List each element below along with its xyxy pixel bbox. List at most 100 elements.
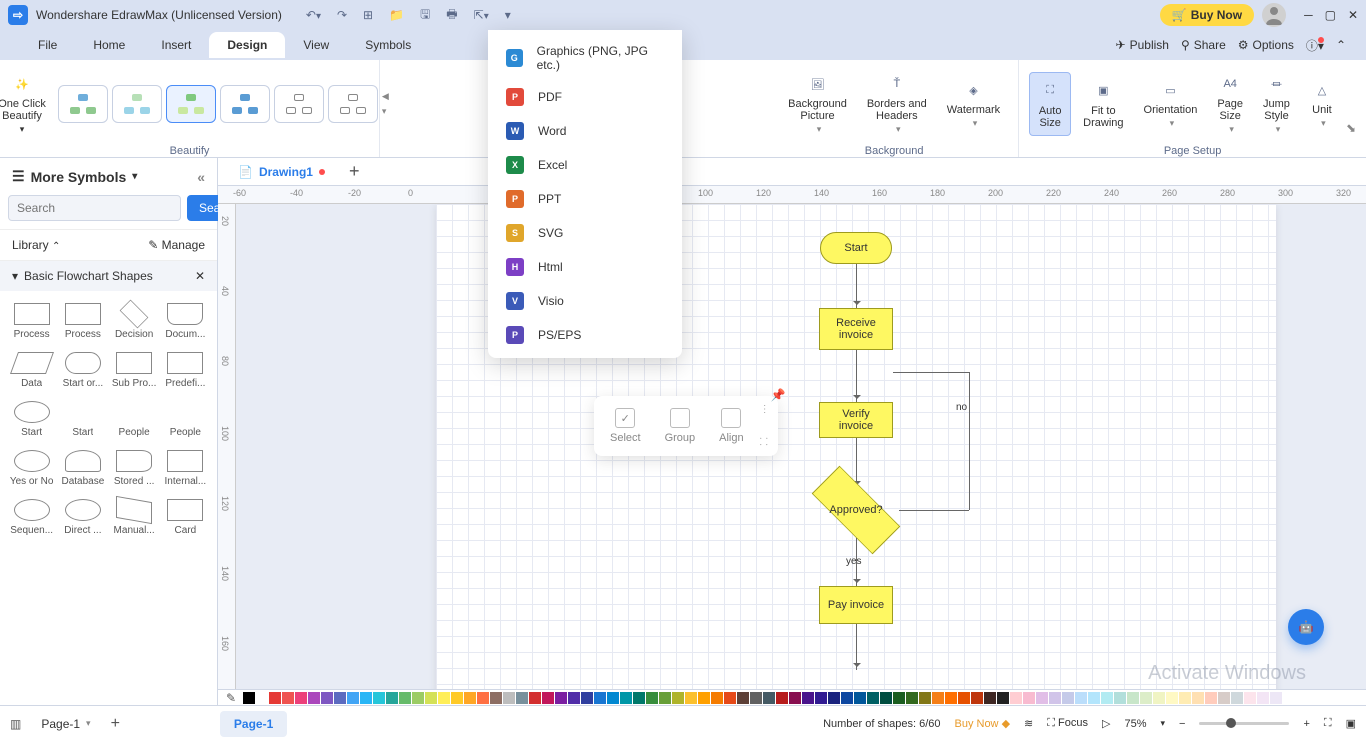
menu-insert[interactable]: Insert bbox=[143, 32, 209, 58]
close-section-icon[interactable]: ✕ bbox=[195, 269, 205, 283]
tab-drawing1[interactable]: 📄 Drawing1 bbox=[226, 161, 337, 183]
color-swatch[interactable] bbox=[373, 692, 385, 704]
export-item-visio[interactable]: VVisio bbox=[488, 284, 682, 318]
search-input[interactable] bbox=[8, 195, 181, 221]
shape-yes-or-no[interactable]: Yes or No bbox=[8, 446, 55, 491]
color-swatch[interactable] bbox=[425, 692, 437, 704]
shape-direct-[interactable]: Direct ... bbox=[59, 495, 106, 540]
menu-home[interactable]: Home bbox=[75, 32, 143, 58]
shape-database[interactable]: Database bbox=[59, 446, 106, 491]
chat-button[interactable]: 🤖 bbox=[1288, 609, 1324, 645]
color-swatch[interactable] bbox=[880, 692, 892, 704]
color-swatch[interactable] bbox=[997, 692, 1009, 704]
node-verify[interactable]: Verify invoice bbox=[819, 402, 893, 438]
color-swatch[interactable] bbox=[1062, 692, 1074, 704]
color-swatch[interactable] bbox=[438, 692, 450, 704]
color-swatch[interactable] bbox=[1192, 692, 1204, 704]
more-dots-icon[interactable]: ⋮ bbox=[760, 404, 770, 415]
node-receive[interactable]: Receive invoice bbox=[819, 308, 893, 350]
shape-stored-[interactable]: Stored ... bbox=[111, 446, 158, 491]
color-swatch[interactable] bbox=[802, 692, 814, 704]
redo-icon[interactable]: ↷ bbox=[333, 4, 351, 26]
color-swatch[interactable] bbox=[1140, 692, 1152, 704]
color-swatch[interactable] bbox=[529, 692, 541, 704]
color-swatch[interactable] bbox=[269, 692, 281, 704]
color-swatch[interactable] bbox=[282, 692, 294, 704]
floating-toolbar[interactable]: 📌 ✓Select Group Align ⋮⸬ bbox=[594, 396, 778, 456]
color-swatch[interactable] bbox=[568, 692, 580, 704]
export-item-ppt[interactable]: PPPT bbox=[488, 182, 682, 216]
color-swatch[interactable] bbox=[1049, 692, 1061, 704]
export-icon[interactable]: ⇱▾ bbox=[470, 4, 493, 26]
color-swatch[interactable] bbox=[984, 692, 996, 704]
theme-preset-1[interactable] bbox=[58, 85, 108, 123]
pin-icon[interactable]: 📌 bbox=[771, 388, 786, 402]
share-button[interactable]: ⚲ Share bbox=[1181, 38, 1226, 52]
color-swatch[interactable] bbox=[334, 692, 346, 704]
color-swatch[interactable] bbox=[516, 692, 528, 704]
color-swatch[interactable] bbox=[906, 692, 918, 704]
export-item-word[interactable]: WWord bbox=[488, 114, 682, 148]
theme-preset-2[interactable] bbox=[112, 85, 162, 123]
color-swatch[interactable] bbox=[841, 692, 853, 704]
color-swatch[interactable] bbox=[243, 692, 255, 704]
shape-card[interactable]: Card bbox=[162, 495, 209, 540]
open-icon[interactable]: 📁 bbox=[385, 4, 408, 26]
color-swatch[interactable] bbox=[1205, 692, 1217, 704]
borders-headers-button[interactable]: ŤBorders and Headers bbox=[859, 66, 935, 141]
bg-picture-button[interactable]: 🖼Background Picture bbox=[780, 66, 855, 141]
color-swatch[interactable] bbox=[1101, 692, 1113, 704]
theme-preset-3[interactable] bbox=[166, 85, 216, 123]
node-pay[interactable]: Pay invoice bbox=[819, 586, 893, 624]
manage-link[interactable]: ✎ Manage bbox=[148, 238, 205, 252]
node-start[interactable]: Start bbox=[820, 232, 892, 264]
page-setup-dialog-icon[interactable]: ⬊ bbox=[1346, 121, 1356, 135]
color-swatch[interactable] bbox=[1036, 692, 1048, 704]
jump-style-button[interactable]: ⏛Jump Style bbox=[1255, 66, 1298, 141]
page-selector[interactable]: Page-1 ▾ bbox=[41, 717, 90, 731]
color-swatch[interactable] bbox=[256, 692, 268, 704]
save-icon[interactable]: 🖫 bbox=[416, 1, 434, 30]
color-swatch[interactable] bbox=[295, 692, 307, 704]
help-button[interactable]: ⓘ▾ bbox=[1306, 37, 1324, 54]
color-swatch[interactable] bbox=[971, 692, 983, 704]
select-tool-button[interactable]: ✓Select bbox=[602, 404, 649, 448]
color-swatch[interactable] bbox=[503, 692, 515, 704]
color-swatch[interactable] bbox=[789, 692, 801, 704]
avatar[interactable] bbox=[1262, 3, 1286, 27]
color-swatch[interactable] bbox=[1244, 692, 1256, 704]
color-swatch[interactable] bbox=[581, 692, 593, 704]
color-swatch[interactable] bbox=[1088, 692, 1100, 704]
export-item-graphics-png-jpg-etc-[interactable]: GGraphics (PNG, JPG etc.) bbox=[488, 36, 682, 80]
add-tab-button[interactable]: + bbox=[349, 161, 360, 182]
unit-button[interactable]: △Unit bbox=[1302, 72, 1342, 135]
shape-internal-[interactable]: Internal... bbox=[162, 446, 209, 491]
menu-design[interactable]: Design bbox=[209, 32, 285, 58]
fit-page-icon[interactable]: ⛶ bbox=[1324, 717, 1332, 730]
shape-process[interactable]: Process bbox=[8, 299, 55, 344]
color-swatch[interactable] bbox=[945, 692, 957, 704]
present-icon[interactable]: ▷ bbox=[1102, 717, 1110, 730]
shape-sub-pro-[interactable]: Sub Pro... bbox=[111, 348, 158, 393]
theme-preset-5[interactable] bbox=[274, 85, 324, 123]
color-swatch[interactable] bbox=[542, 692, 554, 704]
color-swatch[interactable] bbox=[464, 692, 476, 704]
color-swatch[interactable] bbox=[919, 692, 931, 704]
color-swatch[interactable] bbox=[711, 692, 723, 704]
color-swatch[interactable] bbox=[633, 692, 645, 704]
shape-docum-[interactable]: Docum... bbox=[162, 299, 209, 344]
color-swatch[interactable] bbox=[672, 692, 684, 704]
collapse-ribbon-icon[interactable]: ⌃ bbox=[1336, 38, 1346, 52]
publish-button[interactable]: ✈ Publish bbox=[1116, 38, 1169, 52]
library-link[interactable]: Library ⌃ bbox=[12, 238, 60, 252]
color-swatch[interactable] bbox=[1075, 692, 1087, 704]
color-swatch[interactable] bbox=[347, 692, 359, 704]
color-swatch[interactable] bbox=[1023, 692, 1035, 704]
zoom-out-button[interactable]: − bbox=[1179, 718, 1185, 730]
color-swatch[interactable] bbox=[1270, 692, 1282, 704]
color-swatch[interactable] bbox=[698, 692, 710, 704]
shape-start[interactable]: Start bbox=[8, 397, 55, 442]
watermark-button[interactable]: ◈Watermark bbox=[939, 72, 1008, 135]
color-swatch[interactable] bbox=[360, 692, 372, 704]
color-swatch[interactable] bbox=[737, 692, 749, 704]
